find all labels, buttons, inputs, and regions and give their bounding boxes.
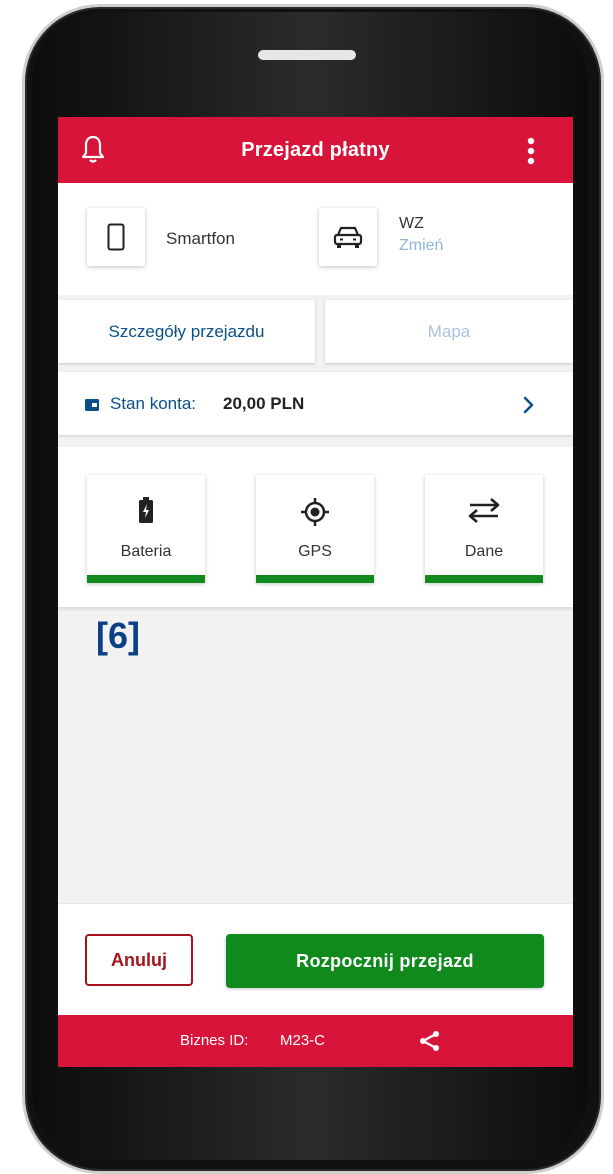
status-card-battery: Bateria — [87, 475, 205, 583]
smartphone-icon — [107, 223, 125, 251]
device-vehicle-row: Smartfon WZ Zmień — [58, 183, 573, 295]
tab-trip-details[interactable]: Szczegóły przejazdu — [58, 300, 315, 363]
app-bar: Przejazd płatny — [58, 117, 573, 183]
balance-label: Stan konta: — [110, 394, 197, 413]
page-title: Przejazd płatny — [241, 139, 390, 161]
data-transfer-icon — [468, 498, 500, 523]
status-bar-data — [425, 575, 543, 583]
vehicle-button[interactable] — [319, 208, 377, 266]
balance-value: 20,00 PLN — [223, 394, 305, 413]
status-label-gps: GPS — [298, 543, 332, 560]
account-balance-row[interactable]: Stan konta: 20,00 PLN — [58, 372, 573, 435]
cancel-button[interactable]: Anuluj — [85, 934, 193, 986]
gps-target-icon — [301, 498, 329, 526]
share-icon[interactable] — [418, 1030, 440, 1052]
status-bar-battery — [87, 575, 205, 583]
status-bar-gps — [256, 575, 374, 583]
device-status-panel: Bateria GPS Dane — [58, 447, 573, 607]
annotation-label: [6] — [96, 615, 140, 656]
footer-bar: Biznes ID: M23-C — [58, 1015, 573, 1067]
action-bar: Anuluj Rozpocznij przejazd — [58, 903, 573, 1020]
status-label-battery: Bateria — [120, 543, 172, 560]
status-label-data: Dane — [464, 543, 504, 560]
business-id-label: Biznes ID: — [180, 1032, 249, 1049]
car-icon — [333, 226, 363, 248]
more-vertical-icon[interactable] — [524, 135, 538, 167]
change-vehicle-link[interactable]: Zmień — [399, 237, 443, 255]
status-card-data: Dane — [425, 475, 543, 583]
vehicle-code: WZ — [399, 215, 424, 232]
battery-charging-icon — [139, 497, 153, 523]
smartphone-button[interactable] — [87, 208, 145, 266]
phone-speaker — [258, 50, 356, 60]
chevron-right-icon — [523, 396, 534, 414]
device-label: Smartfon — [166, 229, 235, 248]
app-screen: Przejazd płatny Smartfon WZ Zmień Szczeg… — [58, 117, 573, 1067]
start-trip-button[interactable]: Rozpocznij przejazd — [226, 934, 544, 988]
status-card-gps: GPS — [256, 475, 374, 583]
tab-map[interactable]: Mapa — [325, 300, 573, 363]
wallet-icon — [85, 399, 99, 411]
business-id-value: M23-C — [280, 1032, 326, 1049]
